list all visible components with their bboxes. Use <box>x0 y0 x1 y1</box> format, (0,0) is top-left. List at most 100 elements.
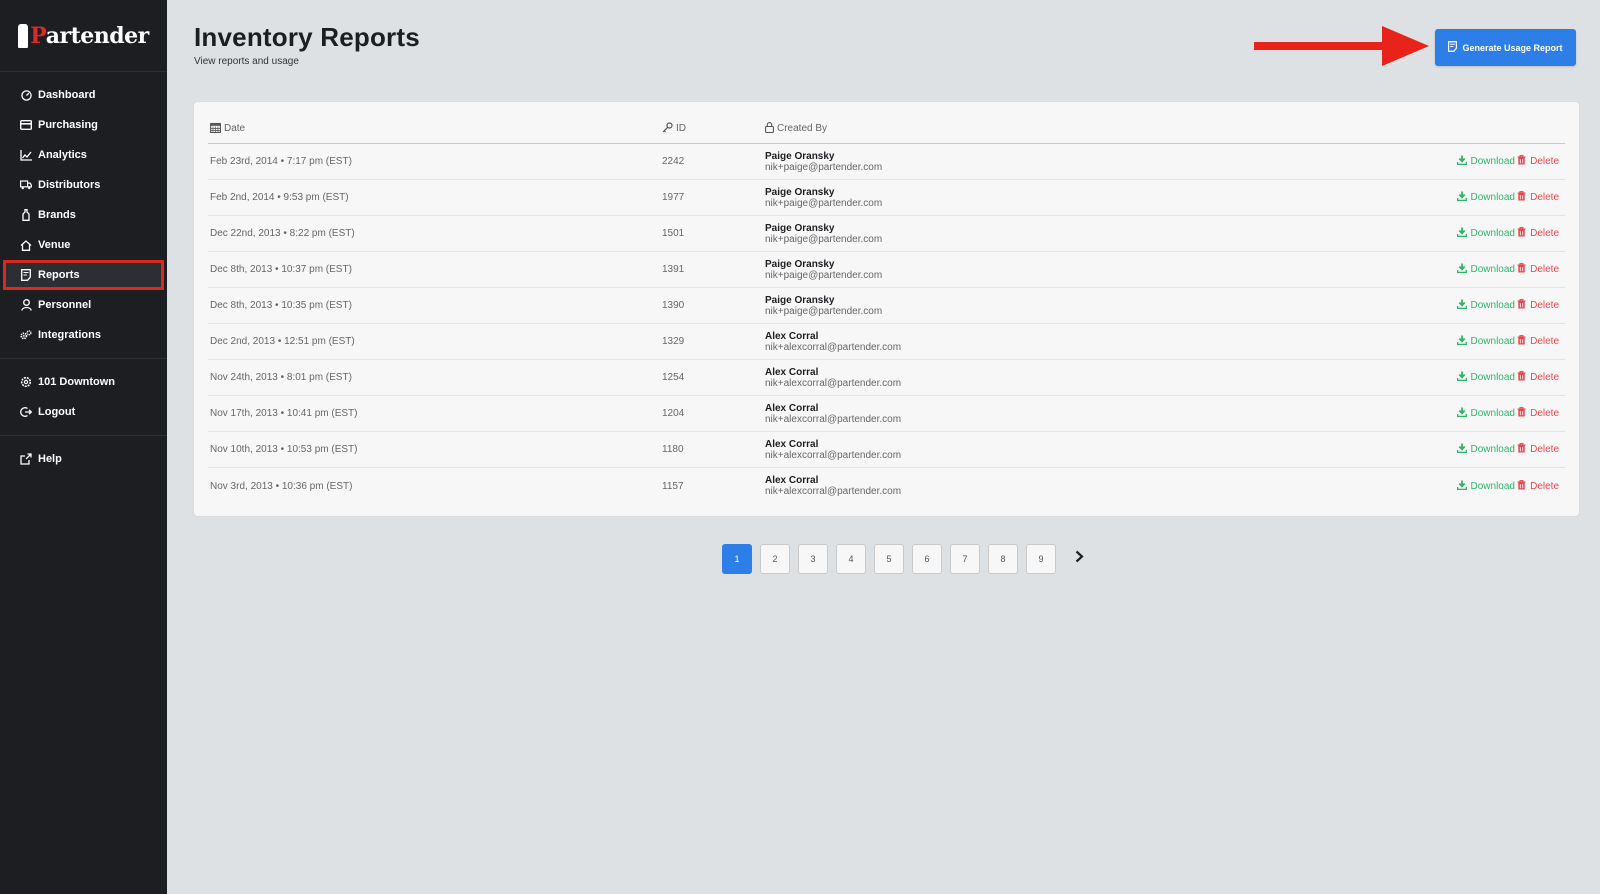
download-link[interactable]: Download <box>1265 299 1515 312</box>
sidebar-item-personnel[interactable]: Personnel <box>0 290 167 320</box>
download-icon <box>1456 299 1467 312</box>
credit-card-icon <box>20 119 32 131</box>
sidebar-item-logout[interactable]: Logout <box>0 397 167 427</box>
download-link[interactable]: Download <box>1265 371 1515 384</box>
column-label: Created By <box>777 123 828 134</box>
page-button-8[interactable]: 8 <box>988 544 1018 574</box>
delete-link[interactable]: Delete <box>1515 443 1565 456</box>
sidebar-item-brands[interactable]: Brands <box>0 200 167 230</box>
report-icon <box>1448 41 1458 54</box>
sidebar-item-purchasing[interactable]: Purchasing <box>0 110 167 140</box>
cell-created-by: Paige Oransky nik+paige@partender.com <box>765 187 1265 209</box>
trash-icon <box>1517 443 1526 456</box>
sidebar-item-dashboard[interactable]: Dashboard <box>0 80 167 110</box>
delete-link[interactable]: Delete <box>1515 335 1565 348</box>
download-icon <box>1456 191 1467 204</box>
delete-link[interactable]: Delete <box>1515 263 1565 276</box>
partender-logo[interactable]: Partender <box>0 0 167 72</box>
download-link[interactable]: Download <box>1265 407 1515 420</box>
cell-date: Dec 22nd, 2013 • 8:22 pm (EST) <box>210 228 355 239</box>
cell-date: Feb 2nd, 2014 • 9:53 pm (EST) <box>210 192 349 203</box>
sidebar-item-venue-settings[interactable]: 101 Downtown <box>0 367 167 397</box>
download-label: Download <box>1470 264 1515 275</box>
sidebar-item-help[interactable]: Help <box>0 444 167 474</box>
table-body: Feb 23rd, 2014 • 7:17 pm (EST) 2242 Paig… <box>208 144 1565 504</box>
delete-link[interactable]: Delete <box>1515 227 1565 240</box>
generate-usage-report-button[interactable]: Generate Usage Report <box>1435 29 1576 66</box>
creator-email: nik+alexcorral@partender.com <box>765 377 902 389</box>
download-link[interactable]: Download <box>1265 155 1515 168</box>
page-button-3[interactable]: 3 <box>798 544 828 574</box>
cell-id: 1501 <box>662 228 685 239</box>
delete-link[interactable]: Delete <box>1515 155 1565 168</box>
delete-link[interactable]: Delete <box>1515 299 1565 312</box>
page-button-5[interactable]: 5 <box>874 544 904 574</box>
sidebar-item-label: Dashboard <box>38 89 96 101</box>
cell-created-by: Paige Oransky nik+paige@partender.com <box>765 295 1265 317</box>
table-row: Feb 23rd, 2014 • 7:17 pm (EST) 2242 Paig… <box>208 144 1565 180</box>
table-row: Feb 2nd, 2014 • 9:53 pm (EST) 1977 Paige… <box>208 180 1565 216</box>
calendar-icon <box>210 122 221 136</box>
download-link[interactable]: Download <box>1265 227 1515 240</box>
next-page-button[interactable] <box>1064 544 1094 574</box>
page-button-7[interactable]: 7 <box>950 544 980 574</box>
sidebar-item-label: Brands <box>38 209 76 221</box>
page-button-4[interactable]: 4 <box>836 544 866 574</box>
cell-id: 1391 <box>662 264 685 275</box>
column-header-date[interactable]: Date <box>208 122 662 136</box>
download-icon <box>1456 263 1467 276</box>
sidebar-item-label: Logout <box>38 406 76 418</box>
download-icon <box>1456 371 1467 384</box>
delete-link[interactable]: Delete <box>1515 191 1565 204</box>
download-link[interactable]: Download <box>1265 191 1515 204</box>
cell-id: 1204 <box>662 408 685 419</box>
page-subtitle: View reports and usage <box>194 56 299 67</box>
creator-name: Paige Oransky <box>765 150 835 162</box>
logout-icon <box>20 406 32 418</box>
trash-icon <box>1517 263 1526 276</box>
creator-name: Paige Oransky <box>765 294 835 306</box>
cell-date: Nov 17th, 2013 • 10:41 pm (EST) <box>210 408 358 419</box>
help-nav: Help <box>0 436 167 482</box>
cogs-icon <box>20 329 32 341</box>
download-icon <box>1456 335 1467 348</box>
delete-label: Delete <box>1530 444 1559 455</box>
lock-icon <box>765 121 774 136</box>
sidebar-item-label: Distributors <box>38 179 101 191</box>
sidebar-item-reports[interactable]: Reports <box>3 260 164 290</box>
logo-rest: artender <box>45 22 149 49</box>
reports-table: Date ID Created By Feb 23rd, 2014 • 7:17… <box>208 114 1565 504</box>
sidebar-item-label: Help <box>38 453 62 465</box>
page-button-1[interactable]: 1 <box>722 544 752 574</box>
sidebar-item-distributors[interactable]: Distributors <box>0 170 167 200</box>
sidebar-item-label: Analytics <box>38 149 87 161</box>
creator-email: nik+alexcorral@partender.com <box>765 449 902 461</box>
delete-link[interactable]: Delete <box>1515 407 1565 420</box>
page-button-2[interactable]: 2 <box>760 544 790 574</box>
download-link[interactable]: Download <box>1265 443 1515 456</box>
download-link[interactable]: Download <box>1265 480 1515 493</box>
download-link[interactable]: Download <box>1265 335 1515 348</box>
sidebar-item-integrations[interactable]: Integrations <box>0 320 167 350</box>
creator-email: nik+paige@partender.com <box>765 269 883 281</box>
pagination: 123456789 <box>722 544 1094 574</box>
table-header: Date ID Created By <box>208 114 1565 144</box>
page-button-6[interactable]: 6 <box>912 544 942 574</box>
key-icon <box>662 121 673 136</box>
sidebar-item-analytics[interactable]: Analytics <box>0 140 167 170</box>
page-button-9[interactable]: 9 <box>1026 544 1056 574</box>
trash-icon <box>1517 407 1526 420</box>
page-title: Inventory Reports <box>194 22 420 52</box>
column-header-created-by[interactable]: Created By <box>765 121 1265 136</box>
sidebar-item-venue[interactable]: Venue <box>0 230 167 260</box>
creator-name: Paige Oransky <box>765 222 835 234</box>
delete-link[interactable]: Delete <box>1515 371 1565 384</box>
cell-date: Nov 3rd, 2013 • 10:36 pm (EST) <box>210 480 353 492</box>
report-icon <box>20 269 32 281</box>
table-row: Nov 10th, 2013 • 10:53 pm (EST) 1180 Ale… <box>208 432 1565 468</box>
table-row: Dec 2nd, 2013 • 12:51 pm (EST) 1329 Alex… <box>208 324 1565 360</box>
download-link[interactable]: Download <box>1265 263 1515 276</box>
column-header-id[interactable]: ID <box>662 121 765 136</box>
download-label: Download <box>1470 372 1515 383</box>
delete-link[interactable]: Delete <box>1515 479 1565 493</box>
